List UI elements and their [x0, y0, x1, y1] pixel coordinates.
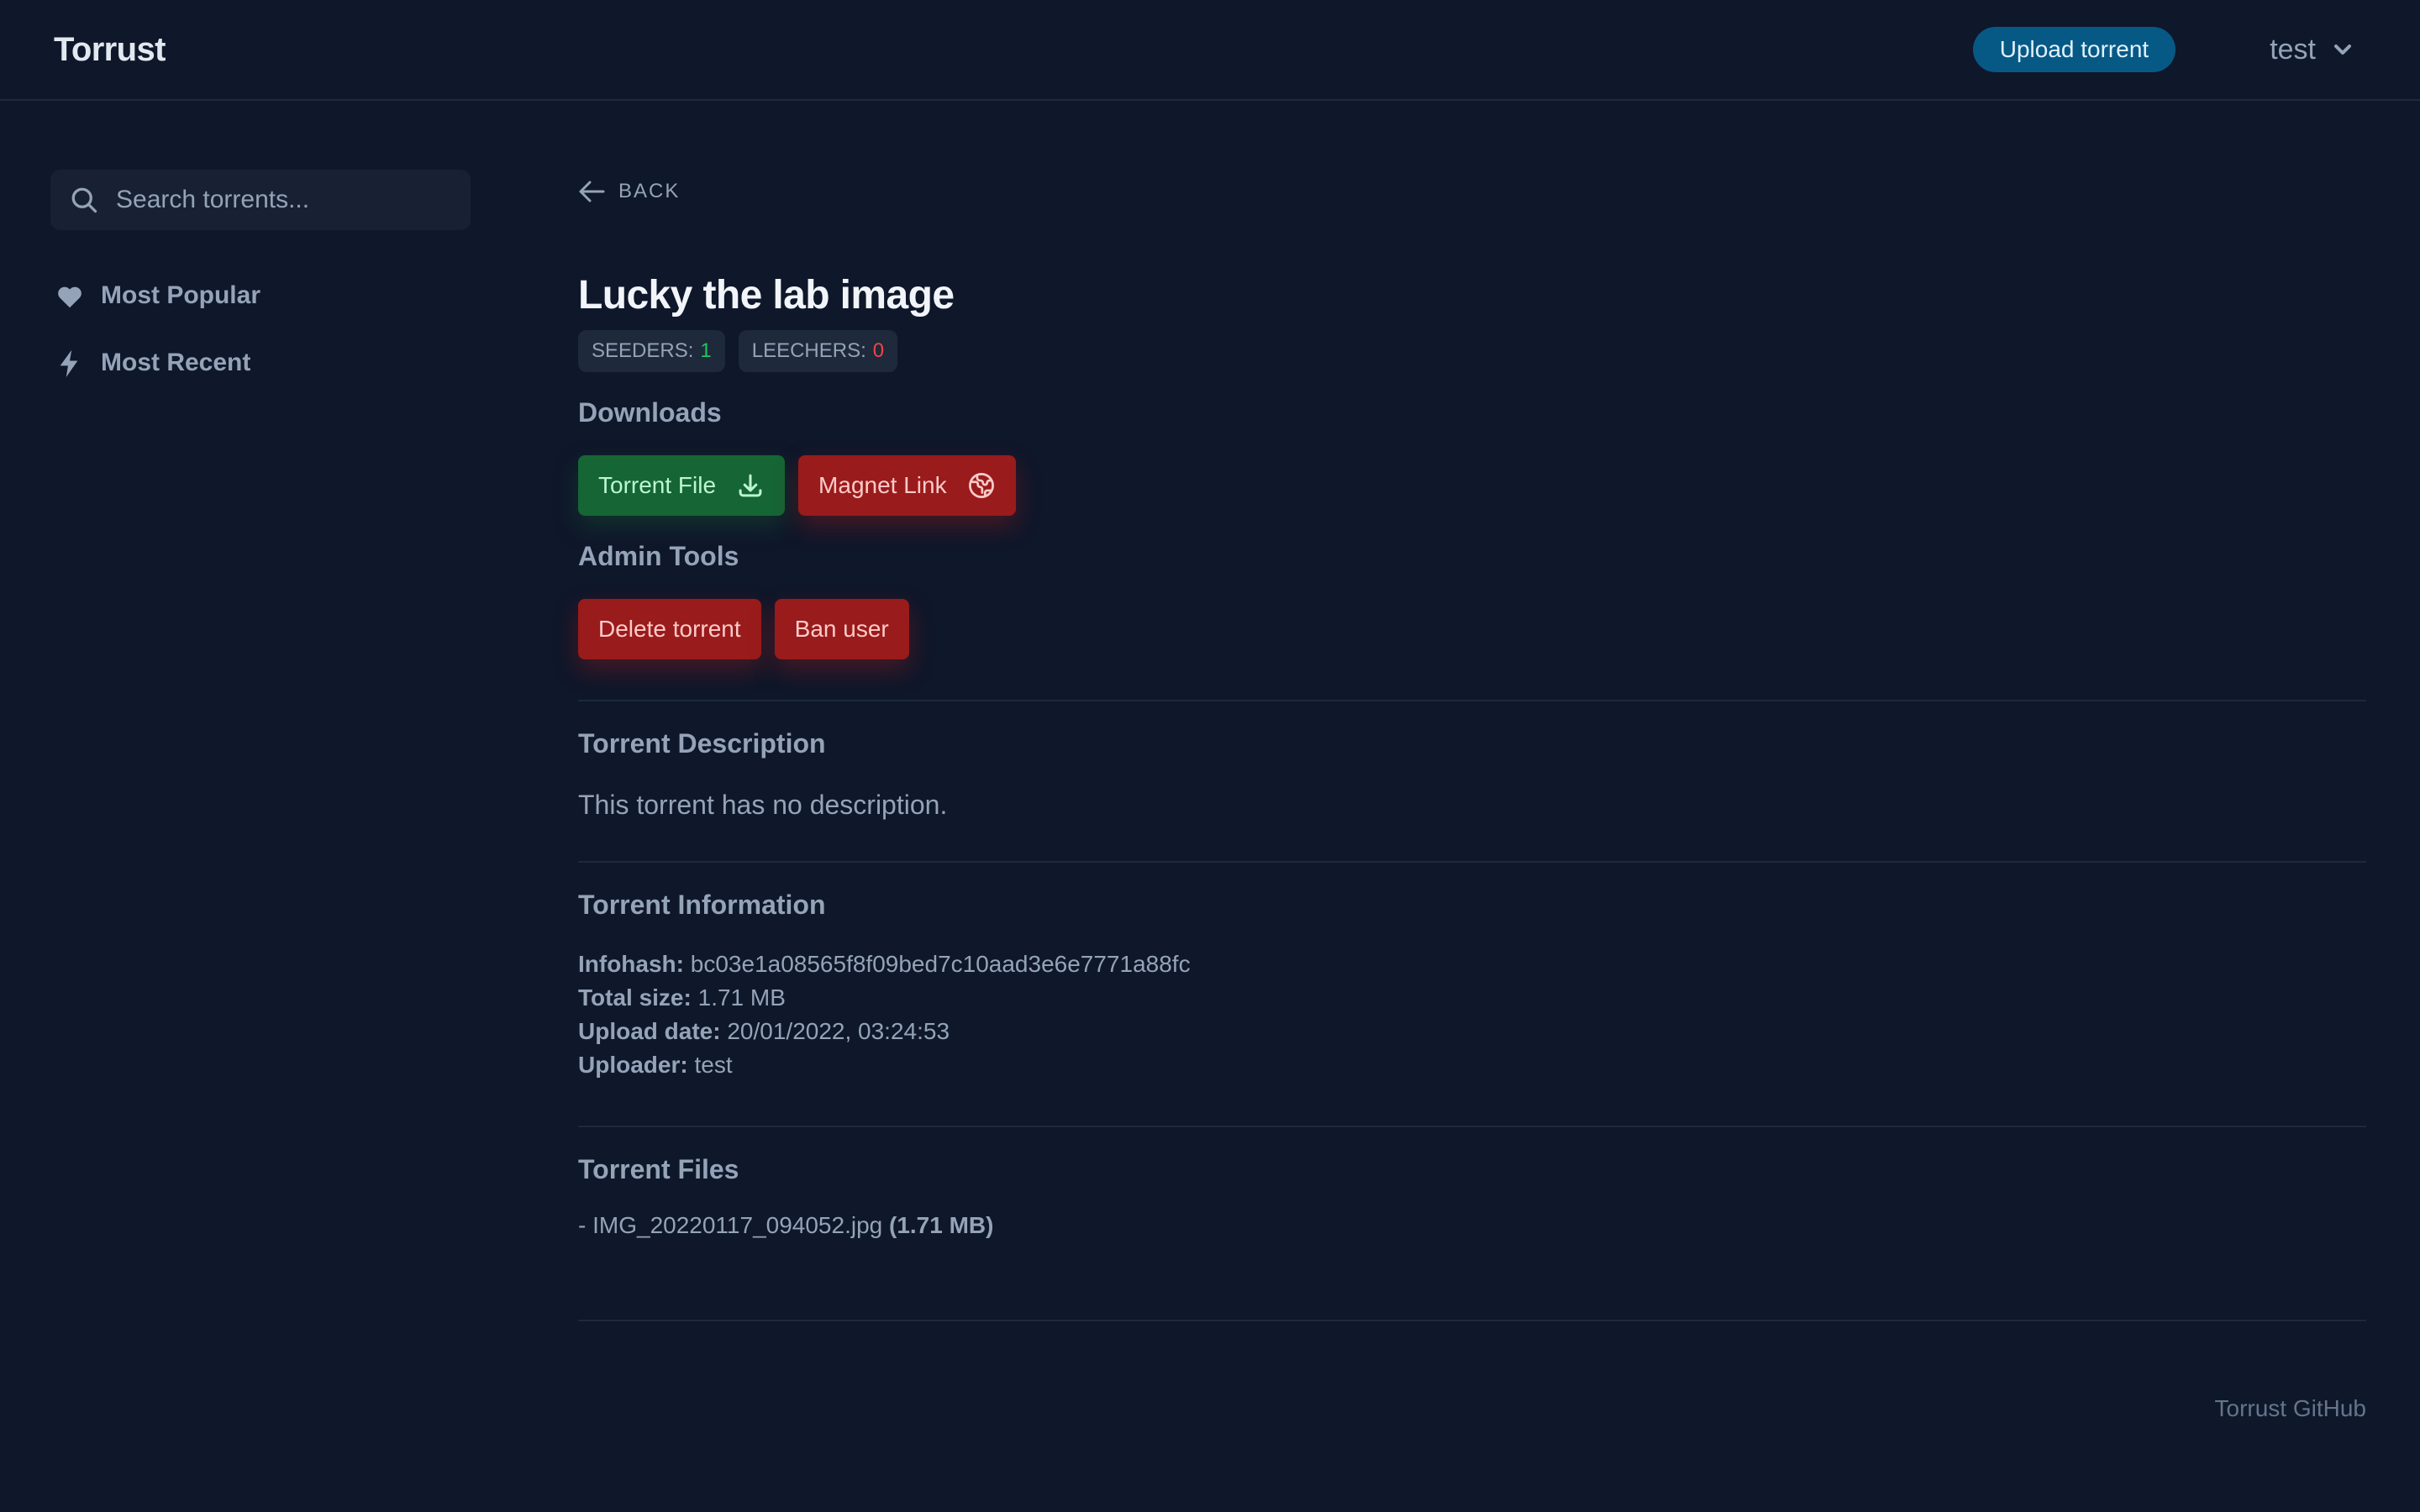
leechers-count: 0	[872, 339, 885, 362]
leechers-badge: LEECHERS: 0	[738, 330, 898, 372]
globe-icon	[968, 473, 994, 498]
chevron-down-icon	[2334, 45, 2351, 55]
page-layout: Most Popular Most Recent BACK Lucky the …	[0, 101, 2420, 1422]
admin-buttons: Delete torrent Ban user	[578, 599, 2366, 659]
peer-badges: SEEDERS: 1 LEECHERS: 0	[578, 330, 2366, 372]
magnet-link-button[interactable]: Magnet Link	[798, 455, 1016, 516]
info-label: Uploader:	[578, 1052, 688, 1078]
sidebar-item-label: Most Recent	[101, 349, 251, 376]
info-label: Infohash:	[578, 951, 684, 977]
magnet-link-label: Magnet Link	[818, 472, 947, 498]
files-section: Torrent Files - IMG_20220117_094052.jpg …	[578, 1127, 2366, 1239]
description-section: Torrent Description This torrent has no …	[578, 701, 2366, 821]
information-heading: Torrent Information	[578, 890, 826, 920]
description-heading: Torrent Description	[578, 728, 826, 759]
delete-torrent-button[interactable]: Delete torrent	[578, 599, 761, 659]
admin-tools-heading: Admin Tools	[578, 541, 739, 571]
file-bullet: -	[578, 1212, 587, 1238]
top-bar-actions: Upload torrent test	[1972, 27, 2366, 72]
seeders-count: 1	[700, 339, 712, 362]
torrent-title: Lucky the lab image	[578, 273, 955, 318]
upload-torrent-button[interactable]: Upload torrent	[1972, 27, 2176, 72]
file-name: IMG_20220117_094052.jpg	[592, 1212, 883, 1238]
file-item: - IMG_20220117_094052.jpg (1.71 MB)	[578, 1212, 2366, 1239]
info-row-total-size: Total size: 1.71 MB	[578, 981, 2366, 1015]
info-value: bc03e1a08565f8f09bed7c10aad3e6e7771a88fc	[690, 951, 1191, 977]
user-name: test	[2270, 33, 2316, 66]
heart-icon	[58, 286, 82, 308]
info-row-infohash: Infohash: bc03e1a08565f8f09bed7c10aad3e6…	[578, 948, 2366, 981]
sidebar-item-label: Most Popular	[101, 281, 261, 309]
user-menu[interactable]: test	[2270, 34, 2353, 66]
search-box[interactable]	[50, 170, 471, 230]
info-value: 1.71 MB	[697, 984, 786, 1011]
information-list: Infohash: bc03e1a08565f8f09bed7c10aad3e6…	[578, 948, 2366, 1082]
search-input[interactable]	[116, 186, 452, 214]
torrent-file-label: Torrent File	[598, 472, 717, 498]
seeders-label: SEEDERS:	[592, 339, 694, 362]
arrow-left-icon	[579, 181, 605, 202]
github-link[interactable]: Torrust GitHub	[2215, 1395, 2367, 1421]
info-value: 20/01/2022, 03:24:53	[727, 1018, 950, 1044]
info-value: test	[694, 1052, 733, 1078]
brand-logo[interactable]: Torrust	[54, 31, 166, 69]
sidebar-item-most-recent[interactable]: Most Recent	[50, 346, 578, 380]
top-bar: Torrust Upload torrent test	[0, 0, 2420, 101]
leechers-label: LEECHERS:	[751, 339, 866, 362]
lightning-icon	[60, 349, 78, 377]
info-row-upload-date: Upload date: 20/01/2022, 03:24:53	[578, 1015, 2366, 1048]
torrent-details: BACK Lucky the lab image SEEDERS: 1 LEEC…	[578, 101, 2420, 1422]
footer: Torrust GitHub	[578, 1395, 2367, 1422]
downloads-heading: Downloads	[578, 397, 722, 428]
sidebar-nav: Most Popular Most Recent	[50, 279, 578, 380]
torrent-file-button[interactable]: Torrent File	[578, 455, 786, 516]
back-label: BACK	[618, 180, 681, 202]
files-list: - IMG_20220117_094052.jpg (1.71 MB)	[578, 1212, 2366, 1239]
sidebar-item-most-popular[interactable]: Most Popular	[50, 279, 578, 312]
description-text: This torrent has no description.	[578, 790, 948, 820]
info-label: Upload date:	[578, 1018, 721, 1044]
info-row-uploader: Uploader: test	[578, 1048, 2366, 1082]
downloads-buttons: Torrent File Magnet Link	[578, 455, 2366, 516]
back-link[interactable]: BACK	[578, 180, 680, 203]
info-label: Total size:	[578, 984, 692, 1011]
ban-user-button[interactable]: Ban user	[774, 599, 909, 659]
divider	[578, 1320, 2366, 1321]
sidebar: Most Popular Most Recent	[0, 101, 578, 1422]
information-section: Torrent Information Infohash: bc03e1a085…	[578, 863, 2366, 1082]
files-heading: Torrent Files	[578, 1154, 739, 1184]
seeders-badge: SEEDERS: 1	[578, 330, 725, 372]
file-size: (1.71 MB)	[889, 1212, 994, 1238]
search-icon	[71, 187, 97, 213]
download-icon	[739, 474, 762, 497]
